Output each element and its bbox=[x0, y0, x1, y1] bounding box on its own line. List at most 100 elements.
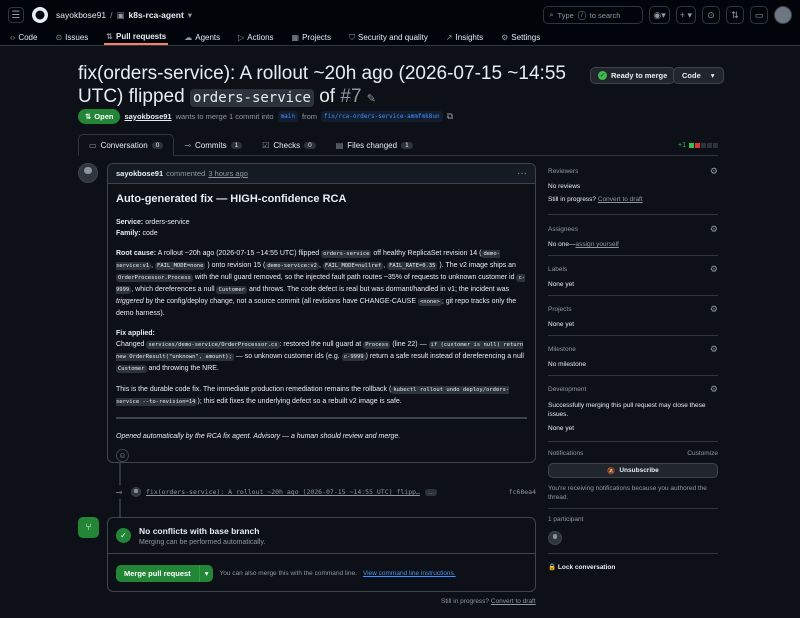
notifications-note: You're receiving notifications because y… bbox=[548, 485, 707, 501]
counter-badge: 0 bbox=[304, 141, 316, 149]
menu-icon[interactable]: ☰ bbox=[8, 7, 24, 23]
inline-code: FAIL_MODE=nullref bbox=[322, 262, 384, 270]
chevron-down-icon[interactable]: ▾ bbox=[198, 564, 214, 582]
inbox-icon[interactable]: ▭ bbox=[750, 6, 768, 24]
pr-tab-label: Files changed bbox=[347, 140, 398, 150]
tab-agents[interactable]: ☁ Agents bbox=[182, 30, 222, 45]
reviewers-still: Still in progress? bbox=[548, 196, 597, 203]
tab-settings[interactable]: ⚙ Settings bbox=[499, 30, 542, 45]
pr-tab-conversation[interactable]: ▭ Conversation 0 bbox=[78, 134, 175, 156]
create-new-button[interactable]: + ▾ bbox=[675, 6, 696, 24]
command-line-link[interactable]: View command line instructions. bbox=[363, 570, 456, 577]
base-branch[interactable]: main bbox=[277, 111, 299, 122]
tab-label: Agents bbox=[195, 33, 221, 42]
lock-conversation-button[interactable]: 🔒 Lock conversation bbox=[548, 563, 718, 571]
comment-header: sayokbose91 commented 3 hours ago ··· bbox=[108, 164, 535, 184]
copilot-icon[interactable]: ◉▾ bbox=[649, 6, 670, 24]
ready-to-merge-button[interactable]: ✓ Ready to merge bbox=[590, 67, 676, 84]
pull-requests-icon[interactable]: ⇅ bbox=[726, 6, 744, 24]
convert-to-draft-link[interactable]: Convert to draft bbox=[598, 196, 643, 203]
family-label: Family: bbox=[116, 230, 141, 237]
service-label: Service: bbox=[116, 219, 144, 226]
user-avatar[interactable] bbox=[774, 6, 792, 24]
ready-label: Ready to merge bbox=[611, 71, 668, 80]
search-suffix: to search bbox=[589, 10, 621, 20]
commit-message-link[interactable]: fix(orders-service): A rollout ~20h ago … bbox=[146, 488, 420, 496]
fix-paragraph: Fix applied: Changed services/demo-servi… bbox=[116, 328, 527, 375]
participants-label: 1 participant bbox=[548, 516, 584, 523]
code-button[interactable]: Code ▾ bbox=[673, 67, 724, 84]
gear-icon[interactable]: ⚙ bbox=[710, 304, 718, 315]
status-badge: ⇅ Open bbox=[78, 109, 121, 124]
repo-name-link[interactable]: k8s-rca-agent bbox=[129, 10, 184, 20]
tab-insights[interactable]: ↗ Insights bbox=[444, 30, 485, 45]
tab-label: Code bbox=[18, 33, 38, 42]
repo-owner-link[interactable]: sayokbose91 bbox=[56, 10, 106, 20]
tab-actions[interactable]: ▷ Actions bbox=[236, 30, 275, 45]
gear-icon[interactable]: ⚙ bbox=[710, 384, 718, 395]
notifications-label: Notifications bbox=[548, 450, 584, 457]
text-run: ); this edit fixes the underlying defect… bbox=[197, 398, 402, 405]
pr-tab-commits[interactable]: ⊸ Commits 1 bbox=[174, 135, 252, 155]
customize-link[interactable]: Customize bbox=[687, 450, 718, 457]
commit-sha-link[interactable]: fc68ea4 bbox=[509, 488, 536, 496]
diffstat-square bbox=[713, 143, 718, 148]
tab-label: Insights bbox=[455, 33, 484, 42]
smiley-icon[interactable]: ☺ bbox=[116, 449, 129, 462]
labels-label: Labels bbox=[548, 266, 568, 273]
comment-action: commented bbox=[166, 169, 206, 178]
tab-code[interactable]: ‹› Code bbox=[8, 30, 39, 45]
pull-request-icon: ⇅ bbox=[106, 32, 113, 41]
gear-icon[interactable]: ⚙ bbox=[710, 224, 718, 235]
gear-icon[interactable]: ⚙ bbox=[710, 264, 718, 275]
participant-avatar[interactable] bbox=[548, 531, 562, 545]
assign-yourself-link[interactable]: assign yourself bbox=[575, 241, 618, 248]
lock-section: 🔒 Lock conversation bbox=[548, 563, 718, 571]
pr-tab-label: Commits bbox=[195, 140, 227, 150]
check-circle-icon: ✓ bbox=[598, 71, 607, 80]
comment-author[interactable]: sayokbose91 bbox=[116, 169, 163, 178]
merge-actions: Merge pull request ▾ You can also merge … bbox=[108, 554, 535, 591]
github-logo-icon[interactable] bbox=[32, 7, 48, 23]
pr-tab-files-changed[interactable]: ▤ Files changed 1 bbox=[326, 135, 423, 155]
head-branch[interactable]: fix/rca-orders-service-ammfmk8un bbox=[321, 111, 443, 122]
unsubscribe-button[interactable]: 🔕 Unsubscribe bbox=[548, 463, 718, 478]
assignees-section: Assignees ⚙ No one—assign yourself bbox=[548, 224, 718, 248]
tab-pull-requests[interactable]: ⇅ Pull requests bbox=[104, 30, 169, 45]
gear-icon[interactable]: ⚙ bbox=[710, 166, 718, 177]
chevron-down-icon: ▾ bbox=[710, 71, 715, 80]
root-cause-paragraph: Root cause: A rollout ~20h ago (2026-07-… bbox=[116, 248, 527, 319]
commit-expand-button[interactable]: … bbox=[424, 488, 438, 496]
search-icon: ⌕ bbox=[549, 10, 554, 19]
pr-author-link[interactable]: sayokbose91 bbox=[124, 112, 171, 121]
pull-request-icon: ⇅ bbox=[85, 112, 92, 121]
gear-icon[interactable]: ⚙ bbox=[710, 344, 718, 355]
copy-icon[interactable]: ⧉ bbox=[447, 111, 453, 122]
pr-title-code: orders-service bbox=[189, 89, 314, 107]
pr-tab-checks[interactable]: ☑ Checks 0 bbox=[252, 135, 325, 155]
tab-security-and-quality[interactable]: ⛉ Security and quality bbox=[347, 30, 430, 45]
text-run: (line 22) — bbox=[392, 341, 427, 348]
edit-pencil-icon[interactable]: ✎ bbox=[367, 93, 376, 105]
merge-pull-request-button[interactable]: Merge pull request ▾ bbox=[116, 564, 214, 582]
tab-projects[interactable]: ▦ Projects bbox=[290, 30, 333, 45]
diffstat-added: +1 bbox=[678, 142, 686, 149]
kebab-menu-icon[interactable]: ··· bbox=[517, 168, 527, 179]
chevron-down-icon[interactable]: ▾ bbox=[188, 10, 192, 21]
convert-to-draft-link[interactable]: Convert to draft bbox=[491, 598, 536, 605]
comment-time[interactable]: 3 hours ago bbox=[208, 169, 248, 178]
top-actions: ⌕ Type / to search ◉▾ + ▾ ⊙ ⇅ ▭ bbox=[543, 6, 792, 24]
search-input[interactable]: ⌕ Type / to search bbox=[543, 6, 644, 24]
code-icon: ‹› bbox=[10, 33, 16, 42]
development-label: Development bbox=[548, 386, 587, 393]
timeline-commit: ⊸ fix(orders-service): A rollout ~20h ag… bbox=[112, 485, 536, 499]
agent-icon: ☁ bbox=[184, 33, 193, 42]
tab-issues[interactable]: ⊙ Issues bbox=[53, 30, 90, 45]
comment-card: sayokbose91 commented 3 hours ago ··· Au… bbox=[107, 163, 536, 463]
assignees-label: Assignees bbox=[548, 226, 578, 233]
status-label: Open bbox=[94, 112, 114, 121]
tab-label: Issues bbox=[65, 33, 89, 42]
avatar[interactable] bbox=[131, 487, 141, 497]
avatar[interactable] bbox=[78, 163, 98, 183]
issues-icon[interactable]: ⊙ bbox=[702, 6, 720, 24]
